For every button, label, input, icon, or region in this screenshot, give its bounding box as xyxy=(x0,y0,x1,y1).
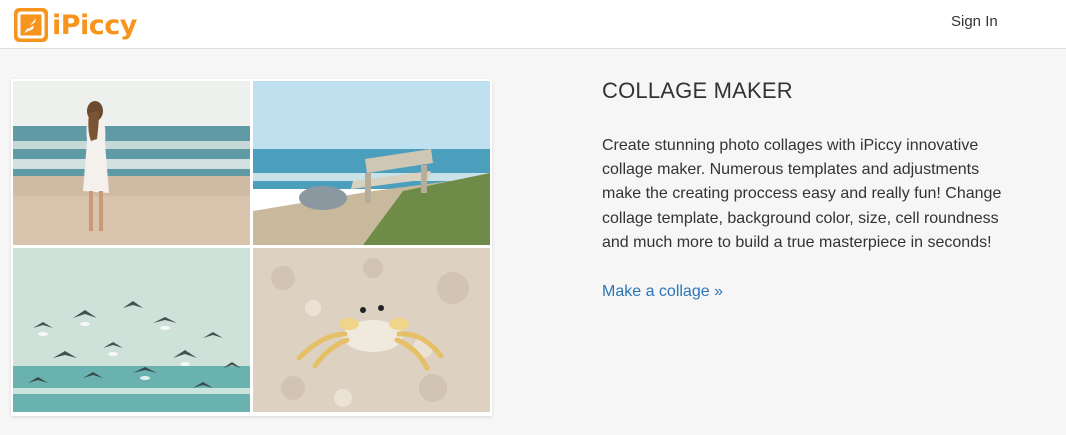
seagulls-photo xyxy=(13,248,250,412)
logo-link[interactable]: iPiccy xyxy=(14,6,137,44)
collage-description: Create stunning photo collages with iPic… xyxy=(602,137,1002,251)
ipiccy-logo-icon xyxy=(14,8,48,42)
make-a-collage-link[interactable]: Make a collage » xyxy=(602,283,723,301)
beach-bench-photo xyxy=(253,81,490,245)
top-navbar: iPiccy Sign In xyxy=(0,0,1066,49)
crab-on-sand-photo xyxy=(253,248,490,412)
collage-preview xyxy=(11,79,492,416)
woman-on-beach-photo xyxy=(13,81,250,245)
page-title: COLLAGE MAKER xyxy=(602,78,793,103)
sign-in-link[interactable]: Sign In xyxy=(951,13,998,30)
logo-text: iPiccy xyxy=(52,9,137,41)
